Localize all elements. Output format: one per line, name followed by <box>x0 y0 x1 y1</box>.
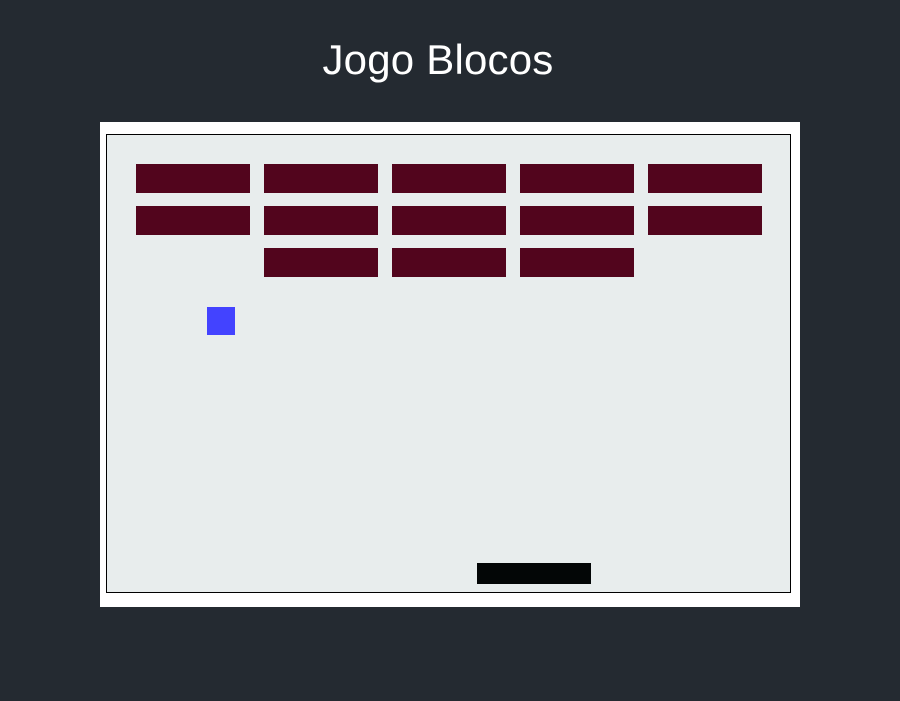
paddle[interactable] <box>477 563 591 584</box>
brick <box>520 206 634 235</box>
brick <box>520 248 634 277</box>
brick <box>392 206 506 235</box>
brick <box>520 164 634 193</box>
brick <box>136 206 250 235</box>
game-board[interactable] <box>106 134 791 593</box>
brick <box>392 164 506 193</box>
brick <box>136 164 250 193</box>
game-board-frame <box>100 122 800 607</box>
brick <box>264 206 378 235</box>
brick <box>264 164 378 193</box>
brick <box>648 206 762 235</box>
brick <box>392 248 506 277</box>
brick <box>264 248 378 277</box>
page-title: Jogo Blocos <box>322 36 554 83</box>
ball <box>207 307 235 335</box>
brick <box>648 164 762 193</box>
